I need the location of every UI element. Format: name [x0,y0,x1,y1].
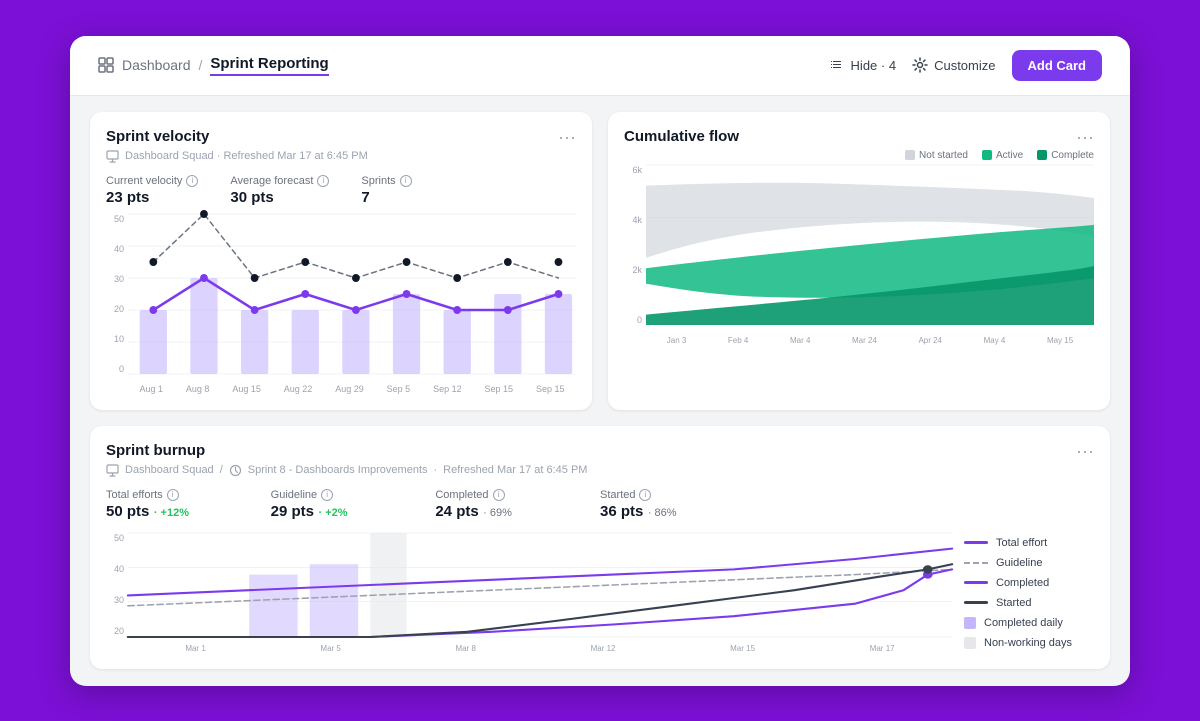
sprints-stat: Sprints i 7 [361,175,411,206]
info-icon-2: i [317,175,329,187]
sprint-velocity-more-button[interactable]: ··· [558,128,576,146]
header-actions: Hide · 4 Customize Add Card [829,50,1102,81]
started-stat: Started i 36 pts · 86% [600,489,765,521]
sprint-velocity-card: Sprint velocity ··· Dashboard Squad · Re… [90,112,592,410]
legend-non-working: Non-working days [964,637,1094,649]
avg-forecast-stat: Average forecast i 30 pts [230,175,329,206]
info-icon-7: i [639,489,651,501]
legend-guideline: Guideline [964,557,1094,569]
burnup-legend: Total effort Guideline Completed Started [964,533,1094,653]
dashboard-icon [98,57,114,73]
breadcrumb-separator: / [199,57,203,73]
breadcrumb-parent[interactable]: Dashboard [122,57,191,73]
legend-started: Started [964,597,1094,609]
cumulative-flow-chart: 6k4k2k0 [624,165,1094,345]
legend-square-completed-daily [964,617,976,629]
info-icon-6: i [493,489,505,501]
info-icon-3: i [400,175,412,187]
sprint-burnup-header: Sprint burnup ··· [106,442,1094,460]
monitor-icon-2 [106,464,119,477]
flow-y-axis: 6k4k2k0 [624,165,646,325]
sprint-velocity-header: Sprint velocity ··· [106,128,576,146]
main-content: Sprint velocity ··· Dashboard Squad · Re… [70,96,1130,685]
legend-line-started [964,601,988,604]
legend-dot-not-started [905,150,915,160]
sprint-velocity-chart: 50403020100 [106,214,576,394]
sprint-icon [229,464,242,477]
sprint-velocity-meta: Dashboard Squad · Refreshed Mar 17 at 6:… [106,150,576,163]
legend-square-non-working [964,637,976,649]
current-velocity-value: 23 pts [106,189,198,206]
monitor-icon [106,150,119,163]
legend-dot-active [982,150,992,160]
cards-row: Sprint velocity ··· Dashboard Squad · Re… [90,112,1110,410]
current-velocity-stat: Current velocity i 23 pts [106,175,198,206]
burnup-y-axis: 50403020 [106,533,128,637]
burnup-chart-area: 50403020 [106,533,1094,653]
legend-completed-daily: Completed daily [964,617,1094,629]
customize-button[interactable]: Customize [912,57,995,73]
sprint-velocity-stats: Current velocity i 23 pts Average foreca… [106,175,576,206]
legend-completed: Completed [964,577,1094,589]
cumulative-flow-more-button[interactable]: ··· [1076,128,1094,146]
burnup-stats-row: Total efforts i 50 pts · +12% Guideline … [106,489,1094,521]
sprints-value: 7 [361,189,411,206]
burnup-chart-inner [128,533,952,637]
completed-stat: Completed i 24 pts · 69% [435,489,600,521]
sprint-burnup-title: Sprint burnup [106,442,205,459]
avg-forecast-value: 30 pts [230,189,329,206]
header: Dashboard / Sprint Reporting Hide · 4 Cu… [70,36,1130,96]
legend-line-guideline [964,562,988,564]
flow-chart-inner [646,165,1094,325]
cumulative-flow-card: Cumulative flow ··· Not started Active C… [608,112,1110,410]
add-card-button[interactable]: Add Card [1012,50,1103,81]
sprint-velocity-title: Sprint velocity [106,128,209,145]
legend-total-effort: Total effort [964,537,1094,549]
legend-not-started: Not started [905,150,968,161]
legend-line-completed [964,581,988,584]
hide-button[interactable]: Hide · 4 [829,57,897,73]
total-efforts-stat: Total efforts i 50 pts · +12% [106,489,271,521]
guideline-stat: Guideline i 29 pts · +2% [271,489,436,521]
legend-active: Active [982,150,1023,161]
info-icon: i [186,175,198,187]
legend-dot-complete [1037,150,1047,160]
sprint-burnup-card: Sprint burnup ··· Dashboard Squad / Spri… [90,426,1110,669]
velocity-x-axis: Aug 1Aug 8Aug 15Aug 22Aug 29Sep 5Sep 12S… [128,384,576,394]
cumulative-flow-title: Cumulative flow [624,128,739,145]
breadcrumb-current: Sprint Reporting [210,55,328,76]
sprint-burnup-meta: Dashboard Squad / Sprint 8 - Dashboards … [106,464,1094,477]
burnup-x-axis: Mar 1Mar 5Mar 8Mar 12Mar 15Mar 17 [128,644,952,653]
info-icon-4: i [167,489,179,501]
breadcrumb: Dashboard / Sprint Reporting [98,55,329,76]
burnup-chart: 50403020 [106,533,952,653]
info-icon-5: i [321,489,333,501]
legend-complete: Complete [1037,150,1094,161]
velocity-y-axis: 50403020100 [106,214,128,374]
velocity-chart-inner [128,214,576,374]
cumulative-flow-legend: Not started Active Complete [624,150,1094,161]
sprint-burnup-more-button[interactable]: ··· [1076,442,1094,460]
flow-x-axis: Jan 3Feb 4Mar 4Mar 24Apr 24May 4May 15 [646,336,1094,345]
cumulative-flow-header: Cumulative flow ··· [624,128,1094,146]
legend-line-total-effort [964,541,988,544]
app-container: Dashboard / Sprint Reporting Hide · 4 Cu… [70,36,1130,686]
